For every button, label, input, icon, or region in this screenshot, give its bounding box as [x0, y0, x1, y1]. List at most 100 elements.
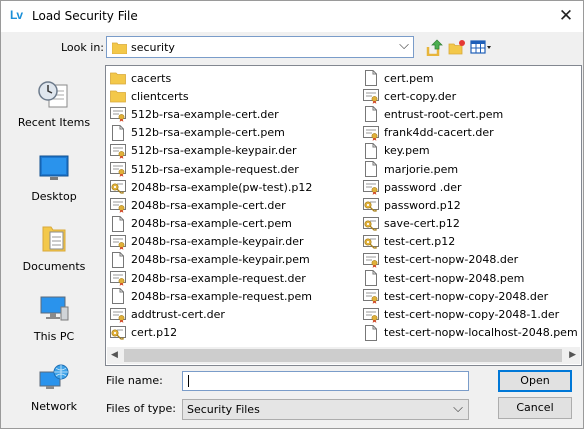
- folder-icon: [110, 70, 126, 86]
- file-list-item[interactable]: 512b-rsa-example-keypair.der: [110, 142, 312, 160]
- document-icon: [363, 142, 379, 159]
- folder-icon: [110, 88, 126, 104]
- horizontal-scrollbar[interactable]: ◀ ▶: [107, 347, 580, 364]
- certificate-icon: [110, 197, 126, 214]
- file-list-item[interactable]: test-cert-nopw-localhost-2048.pem: [363, 324, 578, 342]
- file-list-item[interactable]: password .der: [363, 178, 578, 196]
- file-list-item[interactable]: save-cert.p12: [363, 215, 578, 233]
- open-button[interactable]: Open: [498, 370, 572, 392]
- key-certificate-icon: [363, 234, 379, 250]
- key-certificate-icon: [110, 179, 126, 195]
- new-folder-icon[interactable]: [448, 39, 466, 59]
- text-caret: [188, 375, 189, 387]
- file-name-input[interactable]: [182, 371, 469, 391]
- file-name-text: test-cert-nopw-2048.pem: [384, 271, 525, 285]
- file-list-item[interactable]: 512b-rsa-example-cert.pem: [110, 124, 312, 142]
- place-label: Network: [31, 400, 77, 413]
- file-list-item[interactable]: key.pem: [363, 142, 578, 160]
- document-icon: [363, 161, 379, 178]
- file-list-item[interactable]: test-cert-nopw-2048.pem: [363, 269, 578, 287]
- scroll-left-arrow-icon[interactable]: ◀: [111, 350, 118, 360]
- file-list-item[interactable]: test-cert-nopw-copy-2048.der: [363, 287, 578, 305]
- place-network[interactable]: Network: [9, 363, 99, 413]
- file-list-item[interactable]: cert-copy.der: [363, 87, 578, 105]
- file-name-text: cacerts: [131, 71, 172, 85]
- place-label: Documents: [22, 260, 86, 273]
- file-list-item[interactable]: 512b-rsa-example-request.der: [110, 160, 312, 178]
- look-in-value: security: [131, 41, 175, 54]
- place-label: This PC: [33, 330, 75, 343]
- file-list-item[interactable]: clientcerts: [110, 87, 312, 105]
- document-icon: [363, 106, 379, 123]
- look-in-dropdown[interactable]: security ⌵: [106, 36, 414, 58]
- file-list-item[interactable]: frank4dd-cacert.der: [363, 124, 578, 142]
- up-one-level-icon[interactable]: [426, 39, 444, 59]
- file-name-text: clientcerts: [131, 89, 189, 103]
- certificate-icon: [110, 307, 126, 323]
- file-list-column: cacerts clientcerts 512b-rsa-example-cert.…: [110, 69, 312, 342]
- file-name-text: 2048b-rsa-example-request.der: [131, 271, 306, 285]
- certificate-icon: [110, 106, 126, 123]
- folder-icon: [111, 41, 128, 57]
- file-list[interactable]: cacerts clientcerts 512b-rsa-example-cert.…: [105, 65, 582, 366]
- file-list-item[interactable]: test-cert.p12: [363, 233, 578, 251]
- file-list-item[interactable]: 2048b-rsa-example-cert.der: [110, 196, 312, 214]
- file-list-item[interactable]: cacerts: [110, 69, 312, 87]
- file-list-item[interactable]: 2048b-rsa-example-request.pem: [110, 287, 312, 305]
- file-list-item[interactable]: 2048b-rsa-example-cert.pem: [110, 215, 312, 233]
- file-name-text: entrust-root-cert.pem: [384, 107, 504, 121]
- place-recent-items[interactable]: Recent Items: [9, 79, 99, 129]
- file-list-item[interactable]: cert.pem: [363, 69, 578, 87]
- file-name-text: test-cert-nopw-2048.der: [384, 253, 519, 267]
- file-name-text: cert-copy.der: [384, 89, 457, 103]
- document-icon: [110, 124, 126, 141]
- file-name-text: addtrust-cert.der: [131, 308, 225, 322]
- file-name-text: save-cert.p12: [384, 217, 460, 231]
- file-list-item[interactable]: 2048b-rsa-example-request.der: [110, 269, 312, 287]
- close-button[interactable]: ✕: [549, 1, 583, 31]
- document-icon: [363, 324, 379, 341]
- certificate-icon: [110, 270, 126, 286]
- network-icon: [9, 363, 99, 396]
- recent-items-icon: [9, 79, 99, 112]
- file-name-text: key.pem: [384, 144, 430, 158]
- key-certificate-icon: [363, 197, 379, 213]
- place-this-pc[interactable]: This PC: [9, 293, 99, 343]
- document-icon: [110, 251, 126, 268]
- file-list-item[interactable]: addtrust-cert.der: [110, 305, 312, 323]
- file-list-item[interactable]: entrust-root-cert.pem: [363, 105, 578, 123]
- certificate-icon: [363, 288, 379, 305]
- file-list-item[interactable]: cert.p12: [110, 324, 312, 342]
- load-security-file-dialog: Lv Load Security File ✕ Look in: securit…: [0, 0, 584, 429]
- certificate-icon: [110, 161, 126, 177]
- certificate-icon: [363, 88, 379, 105]
- place-desktop[interactable]: Desktop: [9, 153, 99, 203]
- key-certificate-icon: [110, 325, 126, 341]
- certificate-icon: [363, 307, 379, 323]
- chevron-down-icon: ⌵: [453, 401, 463, 416]
- files-of-type-value: Security Files: [187, 403, 260, 416]
- place-documents[interactable]: Documents: [9, 223, 99, 273]
- scrollbar-thumb[interactable]: [124, 349, 562, 362]
- file-list-item[interactable]: 2048b-rsa-example(pw-test).p12: [110, 178, 312, 196]
- file-list-item[interactable]: test-cert-nopw-copy-2048-1.der: [363, 305, 578, 323]
- scroll-right-arrow-icon[interactable]: ▶: [569, 350, 576, 360]
- file-list-item[interactable]: test-cert-nopw-2048.der: [363, 251, 578, 269]
- file-list-item[interactable]: marjorie.pem: [363, 160, 578, 178]
- file-name-text: 512b-rsa-example-cert.pem: [131, 126, 285, 140]
- view-menu-icon[interactable]: [470, 39, 492, 59]
- file-name-text: test-cert.p12: [384, 235, 456, 249]
- file-list-item[interactable]: 2048b-rsa-example-keypair.pem: [110, 251, 312, 269]
- cancel-button[interactable]: Cancel: [498, 397, 572, 419]
- file-name-text: password .der: [384, 180, 462, 194]
- window-title: Load Security File: [32, 9, 138, 23]
- document-icon: [110, 215, 126, 232]
- file-name-text: 2048b-rsa-example(pw-test).p12: [131, 180, 313, 194]
- file-name-text: 2048b-rsa-example-cert.pem: [131, 217, 292, 231]
- file-list-item[interactable]: 2048b-rsa-example-keypair.der: [110, 233, 312, 251]
- file-list-item[interactable]: password.p12: [363, 196, 578, 214]
- file-list-item[interactable]: 512b-rsa-example-cert.der: [110, 105, 312, 123]
- title-bar: Lv Load Security File ✕: [1, 1, 583, 32]
- files-of-type-dropdown[interactable]: Security Files ⌵: [182, 399, 469, 420]
- place-label: Desktop: [31, 190, 77, 203]
